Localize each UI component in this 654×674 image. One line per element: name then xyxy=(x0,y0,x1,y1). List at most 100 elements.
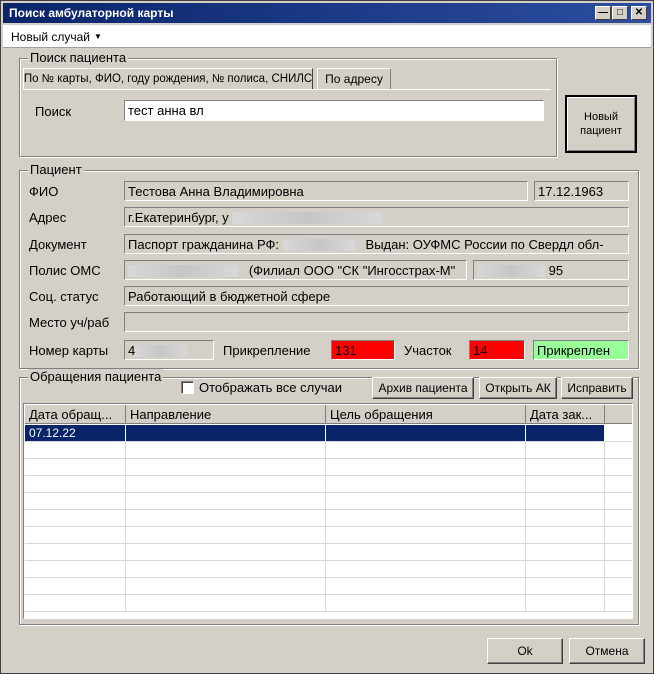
search-label: Поиск xyxy=(35,104,72,119)
attachment-status-field[interactable]: Прикреплен xyxy=(533,340,629,360)
table-row[interactable] xyxy=(25,476,632,493)
search-input[interactable]: тест анна вл xyxy=(124,100,544,121)
minimize-button[interactable]: — xyxy=(595,6,611,20)
workplace-field[interactable] xyxy=(124,312,629,332)
table-row[interactable] xyxy=(25,595,632,612)
show-all-cases-checkbox[interactable] xyxy=(181,381,194,394)
patient-archive-button[interactable]: Архив пациента xyxy=(372,377,474,399)
table-cell xyxy=(526,561,605,578)
table-cell xyxy=(25,527,126,544)
social-status-field[interactable]: Работающий в бюджетной сфере xyxy=(124,286,629,306)
table-row[interactable] xyxy=(25,442,632,459)
table-row[interactable] xyxy=(25,493,632,510)
fix-button[interactable]: Исправить xyxy=(561,377,633,399)
dialog-window: Поиск амбулаторной карты — □ ✕ Новый слу… xyxy=(0,0,654,674)
table-cell xyxy=(126,578,326,595)
visits-group-title: Обращения пациента xyxy=(28,369,164,384)
column-header-date[interactable]: Дата обращ... xyxy=(25,405,126,424)
table-cell xyxy=(605,459,632,476)
policy-field[interactable]: (Филиал ООО "СК "Ингосстрах-М" xyxy=(124,260,467,280)
fio-field[interactable]: Тестова Анна Владимировна xyxy=(124,181,528,201)
table-cell xyxy=(326,510,526,527)
table-cell xyxy=(526,442,605,459)
table-cell xyxy=(326,578,526,595)
table-row[interactable] xyxy=(25,510,632,527)
table-cell xyxy=(25,442,126,459)
table-cell xyxy=(25,459,126,476)
table-cell xyxy=(326,459,526,476)
table-cell xyxy=(25,476,126,493)
table-row[interactable] xyxy=(25,459,632,476)
column-header-direction[interactable]: Направление xyxy=(126,405,326,424)
table-cell xyxy=(25,561,126,578)
table-cell xyxy=(605,561,632,578)
table-cell xyxy=(126,459,326,476)
dropdown-arrow-icon: ▼ xyxy=(94,32,102,41)
column-header-purpose[interactable]: Цель обращения xyxy=(326,405,526,424)
table-cell xyxy=(326,442,526,459)
document-field[interactable]: Паспорт гражданина РФ: Выдан: ОУФМС Росс… xyxy=(124,234,629,254)
fio-label: ФИО xyxy=(29,184,59,199)
menu-new-case-label: Новый случай xyxy=(11,30,91,44)
table-cell xyxy=(126,493,326,510)
menu-new-case[interactable]: Новый случай ▼ xyxy=(11,30,102,44)
table-cell xyxy=(526,476,605,493)
column-header-close-date[interactable]: Дата зак... xyxy=(526,405,605,424)
table-cell xyxy=(526,544,605,561)
policy-number-field[interactable]: 95 xyxy=(473,260,629,280)
table-row[interactable] xyxy=(25,561,632,578)
table-row[interactable] xyxy=(25,527,632,544)
card-number-text: 4 xyxy=(128,343,136,358)
table-cell xyxy=(605,578,632,595)
table-cell xyxy=(605,493,632,510)
menu-bar: Новый случай ▼ xyxy=(3,25,651,48)
title-bar[interactable]: Поиск амбулаторной карты — □ ✕ xyxy=(3,3,651,23)
table-cell xyxy=(25,544,126,561)
tab-search-by-card[interactable]: По № карты, ФИО, году рождения, № полиса… xyxy=(23,68,313,90)
card-number-field[interactable]: 4 xyxy=(124,340,214,360)
table-cell xyxy=(526,459,605,476)
document-label: Документ xyxy=(29,237,87,252)
document-issued-text: Выдан: ОУФМС России по Свердл обл- xyxy=(365,237,604,252)
minimize-icon: — xyxy=(598,7,608,18)
table-row[interactable] xyxy=(25,544,632,561)
social-status-label: Соц. статус xyxy=(29,289,99,304)
policy-insurer-text: (Филиал ООО "СК "Ингосстрах-М" xyxy=(248,263,456,278)
table-cell xyxy=(326,476,526,493)
table-cell xyxy=(126,595,326,612)
tab-search-by-address[interactable]: По адресу xyxy=(317,68,391,90)
table-cell xyxy=(526,493,605,510)
address-field[interactable]: г.Екатеринбург, у xyxy=(124,207,629,227)
cancel-button[interactable]: Отмена xyxy=(569,638,645,664)
maximize-button[interactable]: □ xyxy=(612,6,628,20)
birth-date-field[interactable]: 17.12.1963 xyxy=(534,181,629,201)
attachment-field[interactable]: 131 xyxy=(331,340,395,360)
table-cell xyxy=(326,595,526,612)
district-field[interactable]: 14 xyxy=(469,340,525,360)
table-cell xyxy=(605,595,632,612)
workplace-label: Место уч/раб xyxy=(29,315,110,330)
table-cell xyxy=(605,544,632,561)
table-cell xyxy=(25,493,126,510)
table-cell xyxy=(126,442,326,459)
table-row[interactable] xyxy=(25,578,632,595)
ok-button[interactable]: Ok xyxy=(487,638,563,664)
table-row[interactable]: 07.12.22 xyxy=(25,425,632,442)
table-cell xyxy=(526,578,605,595)
table-cell xyxy=(526,425,605,442)
policy-suffix-text: 95 xyxy=(548,263,564,278)
table-cell xyxy=(605,476,632,493)
table-cell xyxy=(326,544,526,561)
open-ak-button[interactable]: Открыть АК xyxy=(479,377,557,399)
patient-search-title: Поиск пациента xyxy=(28,50,129,65)
close-button[interactable]: ✕ xyxy=(631,6,647,20)
table-cell xyxy=(526,510,605,527)
redacted-area xyxy=(128,265,238,277)
table-cell xyxy=(326,425,526,442)
table-cell xyxy=(605,442,632,459)
new-patient-button[interactable]: Новый пациент xyxy=(565,95,637,153)
column-header-spacer xyxy=(605,405,632,424)
table-cell xyxy=(326,561,526,578)
tab-divider xyxy=(23,89,551,90)
table-cell xyxy=(326,493,526,510)
